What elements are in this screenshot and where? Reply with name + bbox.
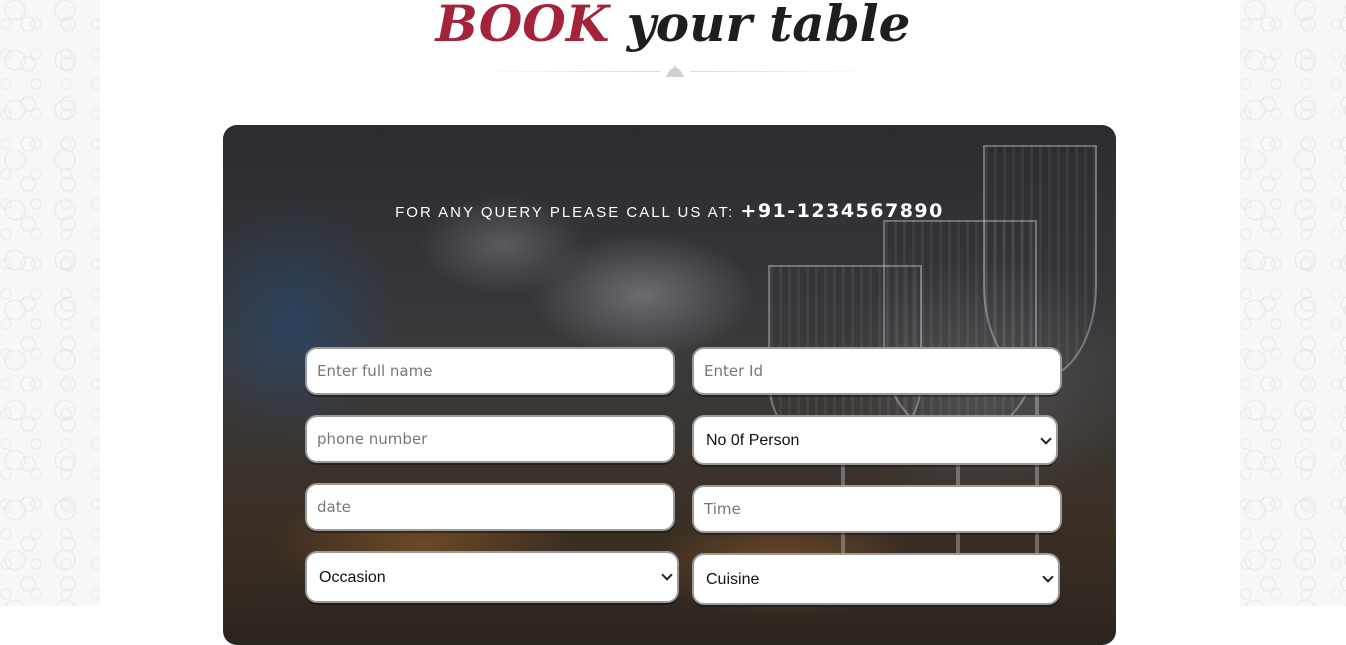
phone-number-input[interactable] [305, 415, 675, 463]
food-doodle-pattern-left [0, 0, 100, 606]
contact-phone: +91-1234567890 [740, 200, 944, 222]
persons-select[interactable]: No 0f Person [692, 415, 1058, 465]
title-rest: your table [609, 0, 911, 53]
title-divider [470, 63, 880, 81]
food-doodle-pattern-right [1240, 0, 1346, 606]
full-name-input[interactable] [305, 347, 675, 395]
contact-line: FOR ANY QUERY PLEASE CALL US AT: +91-123… [223, 200, 1116, 222]
cloche-icon [666, 66, 684, 77]
date-input[interactable] [305, 483, 675, 531]
title-accent: BOOK [435, 0, 610, 53]
cuisine-select[interactable]: Cuisine [692, 553, 1060, 605]
page-title: BOOK your table [0, 0, 1346, 54]
id-input[interactable] [692, 347, 1062, 395]
occasion-select[interactable]: Occasion [305, 551, 679, 603]
contact-label: FOR ANY QUERY PLEASE CALL US AT: [395, 204, 735, 221]
time-input[interactable] [692, 485, 1062, 533]
